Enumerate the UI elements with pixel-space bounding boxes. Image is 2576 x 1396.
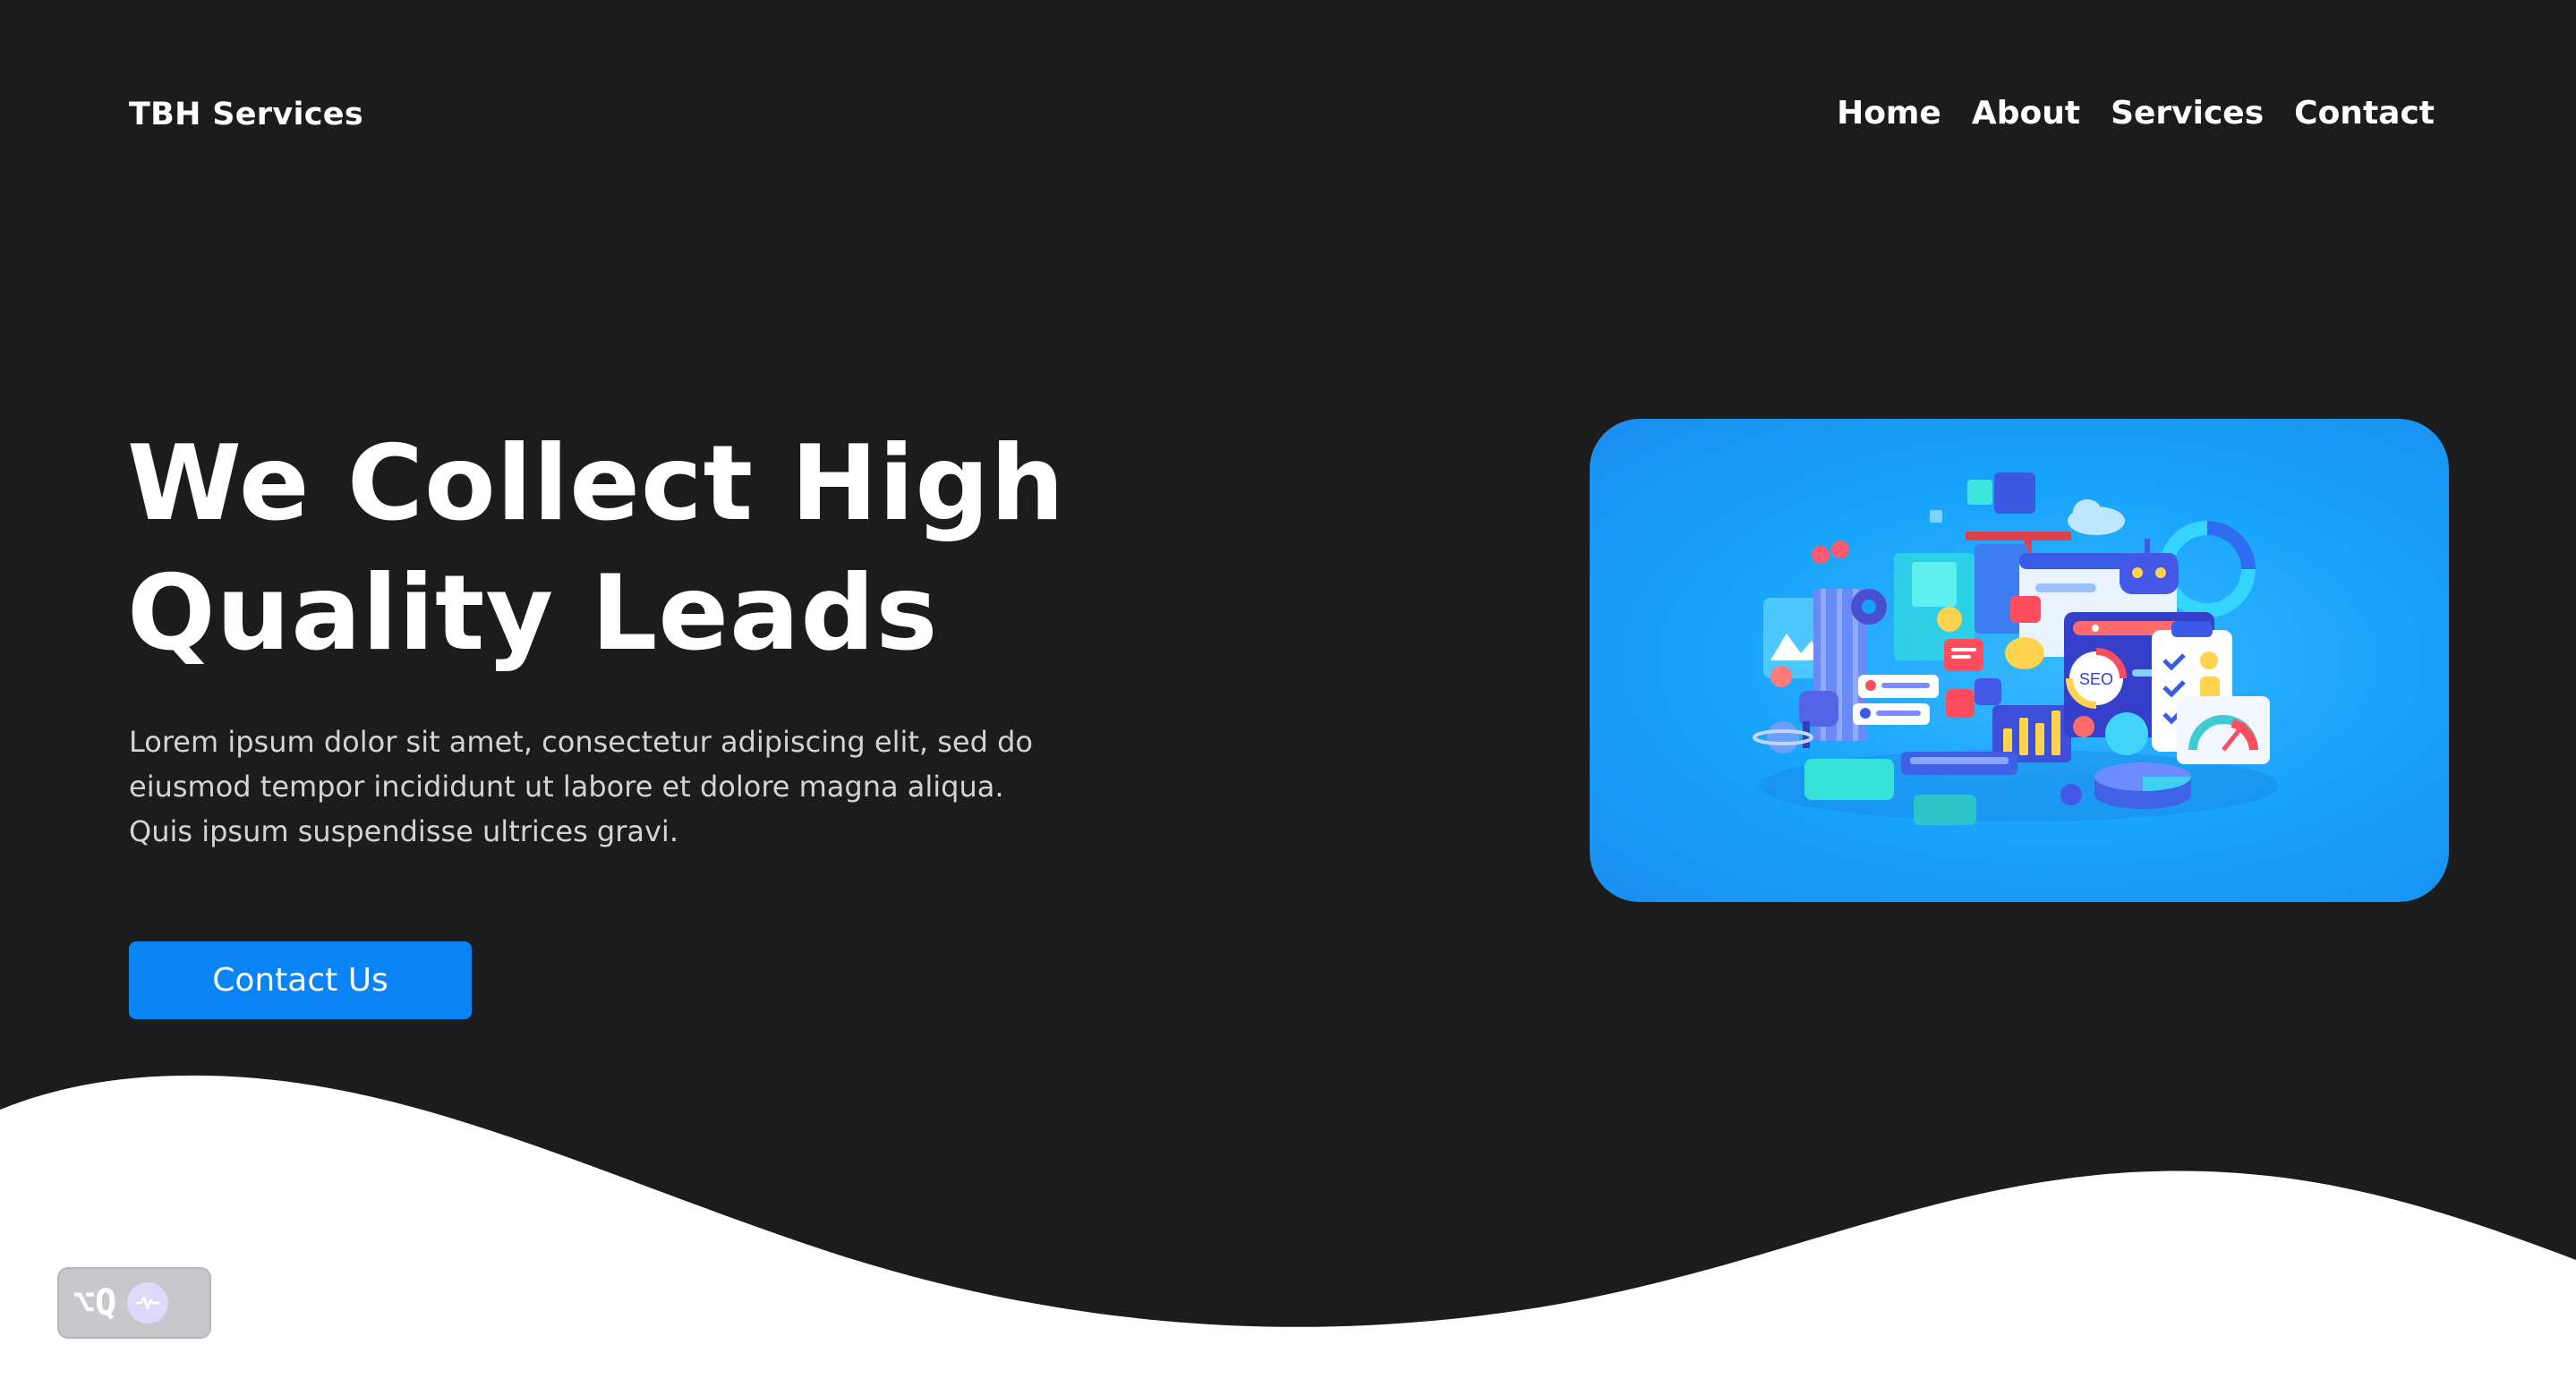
main-nav: Home About Services Contact — [1837, 95, 2435, 132]
waveform-icon — [127, 1282, 169, 1324]
nav-services[interactable]: Services — [2111, 95, 2264, 132]
hero-headline: We Collect High Quality Leads — [127, 419, 1065, 678]
hero-description: Lorem ipsum dolor sit amet, consectetur … — [129, 725, 1033, 848]
hero-illustration-card: SEO — [1590, 419, 2449, 902]
shortcut-keys: ⌥Q — [73, 1282, 117, 1324]
shortcut-badge[interactable]: ⌥Q — [57, 1267, 211, 1339]
seo-label: SEO — [2079, 670, 2113, 688]
marketing-illustration: SEO — [1753, 472, 2279, 825]
headline-line-2: Quality Leads — [127, 553, 939, 674]
nav-home[interactable]: Home — [1837, 95, 1941, 132]
landing-page: TBH Services Home About Services Contact… — [0, 0, 2576, 1396]
nav-about[interactable]: About — [1972, 95, 2080, 132]
brand-logo[interactable]: TBH Services — [129, 97, 363, 132]
nav-contact[interactable]: Contact — [2294, 95, 2435, 132]
contact-us-button[interactable]: Contact Us — [129, 941, 472, 1019]
headline-line-1: We Collect High — [127, 423, 1065, 544]
